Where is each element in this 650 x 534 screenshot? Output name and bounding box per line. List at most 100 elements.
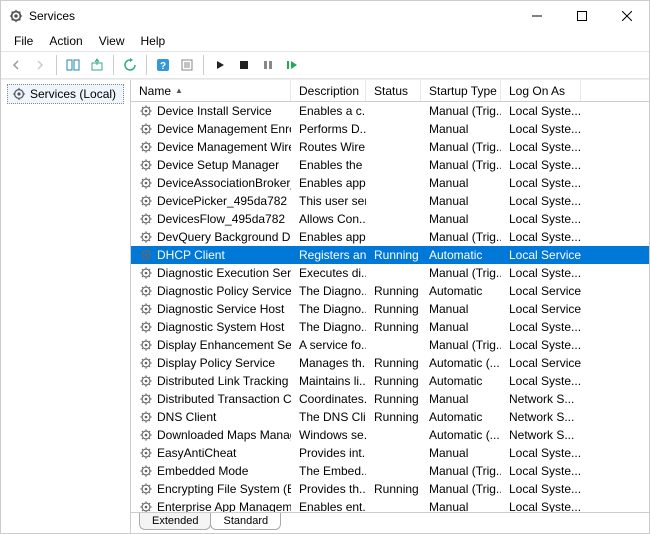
service-row[interactable]: Diagnostic System HostThe Diagno...Runni… xyxy=(131,318,649,336)
cell-startup: Automatic xyxy=(421,284,501,298)
service-row[interactable]: Diagnostic Execution ServiceExecutes di.… xyxy=(131,264,649,282)
service-row[interactable]: Enterprise App Managemen...Enables ent..… xyxy=(131,498,649,512)
cell-description: Registers an... xyxy=(291,248,366,262)
tree-pane[interactable]: Services (Local) xyxy=(1,80,131,533)
menu-action[interactable]: Action xyxy=(42,32,89,50)
service-row[interactable]: DevicesFlow_495da782Allows Con...ManualL… xyxy=(131,210,649,228)
cell-name: Encrypting File System (EFS) xyxy=(131,482,291,496)
column-header-startup[interactable]: Startup Type xyxy=(421,80,501,101)
cell-description: The DNS Cli... xyxy=(291,410,366,424)
service-row[interactable]: DHCP ClientRegisters an...RunningAutomat… xyxy=(131,246,649,264)
service-row[interactable]: Distributed Link Tracking Cli...Maintain… xyxy=(131,372,649,390)
toolbar-separator xyxy=(203,55,204,75)
service-icon xyxy=(139,500,153,512)
service-icon xyxy=(139,392,153,406)
cell-description: This user ser... xyxy=(291,194,366,208)
cell-logon: Network S... xyxy=(501,428,581,442)
cell-logon: Local Service xyxy=(501,356,581,370)
service-row[interactable]: Diagnostic Service HostThe Diagno...Runn… xyxy=(131,300,649,318)
cell-startup: Automatic xyxy=(421,374,501,388)
service-icon xyxy=(139,428,153,442)
service-icon xyxy=(139,176,153,190)
service-row[interactable]: Distributed Transaction Coo...Coordinate… xyxy=(131,390,649,408)
cell-logon: Local Syste... xyxy=(501,338,581,352)
service-row[interactable]: Device Management Enroll...Performs D...… xyxy=(131,120,649,138)
service-row[interactable]: Diagnostic Policy ServiceThe Diagno...Ru… xyxy=(131,282,649,300)
toolbar: ? xyxy=(1,51,649,79)
menu-view[interactable]: View xyxy=(92,32,132,50)
cell-name: DNS Client xyxy=(131,410,291,424)
service-icon xyxy=(139,158,153,172)
service-row[interactable]: Display Policy ServiceManages th...Runni… xyxy=(131,354,649,372)
toolbar-separator xyxy=(113,55,114,75)
service-icon xyxy=(139,104,153,118)
pause-service-button[interactable] xyxy=(257,54,279,76)
service-row[interactable]: Downloaded Maps ManagerWindows se...Auto… xyxy=(131,426,649,444)
cell-name: Distributed Transaction Coo... xyxy=(131,392,291,406)
column-header-name[interactable]: Name ▲ xyxy=(131,80,291,101)
cell-logon: Local Syste... xyxy=(501,500,581,512)
cell-name: Distributed Link Tracking Cli... xyxy=(131,374,291,388)
cell-logon: Local Syste... xyxy=(501,482,581,496)
tree-node-services-local[interactable]: Services (Local) xyxy=(7,84,124,104)
back-button[interactable] xyxy=(5,54,27,76)
service-icon xyxy=(139,338,153,352)
cell-startup: Manual xyxy=(421,122,501,136)
column-header-description[interactable]: Description xyxy=(291,80,366,101)
services-icon xyxy=(12,87,26,101)
cell-status: Running xyxy=(366,410,421,424)
column-header-logon[interactable]: Log On As xyxy=(501,80,581,101)
minimize-button[interactable] xyxy=(514,1,559,31)
service-icon xyxy=(139,302,153,316)
cell-name: Device Management Wirele... xyxy=(131,140,291,154)
cell-description: Manages th... xyxy=(291,356,366,370)
service-icon xyxy=(139,284,153,298)
restart-service-button[interactable] xyxy=(281,54,303,76)
service-row[interactable]: DevicePicker_495da782This user ser...Man… xyxy=(131,192,649,210)
service-row[interactable]: Display Enhancement ServiceA service fo.… xyxy=(131,336,649,354)
show-hide-tree-button[interactable] xyxy=(62,54,84,76)
window-title: Services xyxy=(29,9,514,23)
service-row[interactable]: Device Install ServiceEnables a c...Manu… xyxy=(131,102,649,120)
service-row[interactable]: EasyAntiCheatProvides int...ManualLocal … xyxy=(131,444,649,462)
cell-name: DevicePicker_495da782 xyxy=(131,194,291,208)
service-row[interactable]: Device Setup ManagerEnables the ...Manua… xyxy=(131,156,649,174)
help-button[interactable]: ? xyxy=(152,54,174,76)
properties-button[interactable] xyxy=(176,54,198,76)
close-button[interactable] xyxy=(604,1,649,31)
start-service-button[interactable] xyxy=(209,54,231,76)
service-row[interactable]: DNS ClientThe DNS Cli...RunningAutomatic… xyxy=(131,408,649,426)
cell-name: DeviceAssociationBroker_49... xyxy=(131,176,291,190)
menu-file[interactable]: File xyxy=(7,32,40,50)
cell-startup: Manual (Trig... xyxy=(421,482,501,496)
cell-logon: Local Syste... xyxy=(501,446,581,460)
service-icon xyxy=(139,230,153,244)
cell-logon: Network S... xyxy=(501,392,581,406)
refresh-button[interactable] xyxy=(119,54,141,76)
service-icon xyxy=(139,140,153,154)
sort-asc-icon: ▲ xyxy=(175,86,183,95)
view-tabs: Extended Standard xyxy=(131,512,649,533)
cell-logon: Local Syste... xyxy=(501,140,581,154)
tab-standard[interactable]: Standard xyxy=(210,513,281,530)
service-row[interactable]: Device Management Wirele...Routes Wire..… xyxy=(131,138,649,156)
menu-help[interactable]: Help xyxy=(134,32,173,50)
service-row[interactable]: Embedded ModeThe Embed...Manual (Trig...… xyxy=(131,462,649,480)
service-list[interactable]: Device Install ServiceEnables a c...Manu… xyxy=(131,102,649,512)
tab-extended[interactable]: Extended xyxy=(139,513,211,530)
cell-logon: Local Syste... xyxy=(501,266,581,280)
services-icon xyxy=(9,9,23,23)
tree-node-label: Services (Local) xyxy=(30,87,116,101)
maximize-button[interactable] xyxy=(559,1,604,31)
stop-service-button[interactable] xyxy=(233,54,255,76)
service-row[interactable]: Encrypting File System (EFS)Provides th.… xyxy=(131,480,649,498)
column-header-status[interactable]: Status xyxy=(366,80,421,101)
service-row[interactable]: DevQuery Background Disc...Enables app..… xyxy=(131,228,649,246)
cell-status: Running xyxy=(366,284,421,298)
forward-button[interactable] xyxy=(29,54,51,76)
service-row[interactable]: DeviceAssociationBroker_49...Enables app… xyxy=(131,174,649,192)
export-list-button[interactable] xyxy=(86,54,108,76)
cell-logon: Local Service xyxy=(501,248,581,262)
cell-startup: Automatic (... xyxy=(421,356,501,370)
cell-logon: Local Syste... xyxy=(501,212,581,226)
